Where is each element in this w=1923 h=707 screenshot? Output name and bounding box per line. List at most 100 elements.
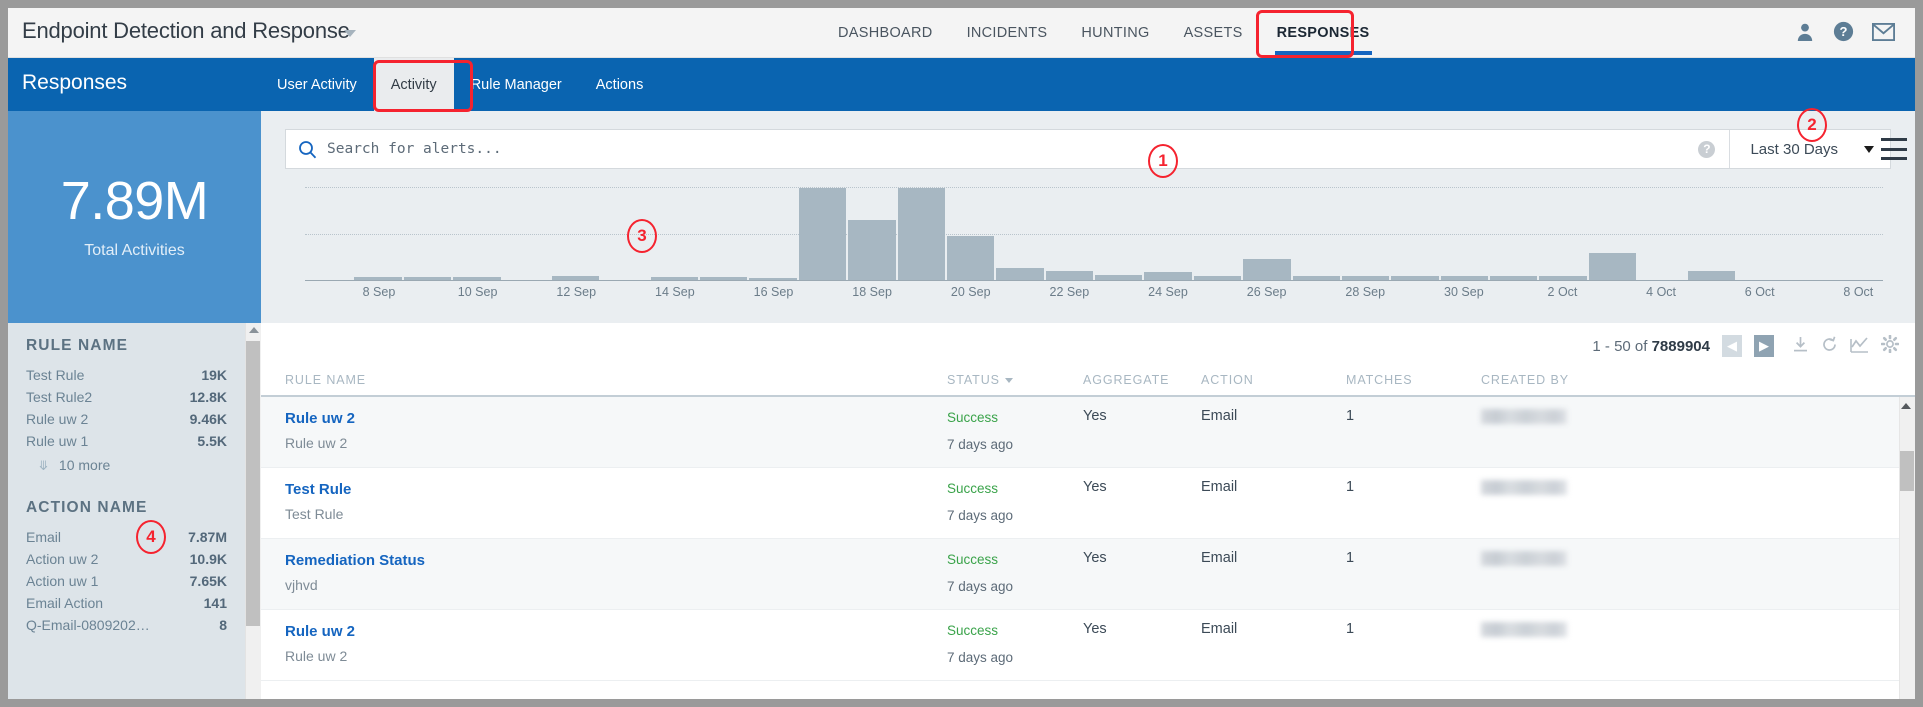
row-rule-description: Test Rule — [285, 506, 344, 522]
facet-item[interactable]: Action uw 2 10.9K — [8, 548, 245, 570]
search-bar: ? Last 30 Days — [285, 129, 1891, 169]
chart-bar[interactable] — [848, 219, 896, 280]
tab-activity[interactable]: Activity — [373, 58, 454, 111]
activity-histogram[interactable]: 8 Sep 10 Sep 12 Sep 14 Sep 16 Sep 18 Sep 20 Se… — [285, 181, 1891, 309]
facet-item[interactable]: Action uw 1 7.65K — [8, 570, 245, 592]
chart-bar[interactable] — [897, 188, 945, 280]
row-aggregate: Yes — [1083, 479, 1107, 495]
column-created-by[interactable]: CREATED BY — [1481, 373, 1569, 387]
nav-hunting[interactable]: HUNTING — [1081, 23, 1149, 43]
row-created-by — [1481, 622, 1567, 637]
row-aggregate: Yes — [1083, 621, 1107, 637]
row-matches: 1 — [1346, 621, 1355, 637]
facet-item[interactable]: Rule uw 1 5.5K — [8, 430, 245, 452]
chart-bar[interactable] — [1144, 272, 1192, 280]
chart-bar[interactable] — [798, 188, 847, 280]
row-rule-name[interactable]: Remediation Status — [285, 552, 425, 569]
facet-item[interactable]: Test Rule2 12.8K — [8, 386, 245, 408]
chart-bars — [305, 181, 1883, 280]
results-table: 1 - 50 of 7889904 ◀ ▶ RULE NAME STATUS A… — [261, 323, 1915, 699]
nav-dashboard[interactable]: DASHBOARD — [838, 23, 933, 43]
callout-3: 3 — [627, 219, 657, 253]
nav-incidents[interactable]: INCIDENTS — [967, 23, 1048, 43]
chart-bar[interactable] — [1588, 252, 1637, 280]
callout-2: 2 — [1797, 108, 1827, 142]
total-activities-kpi: 7.89M Total Activities — [8, 111, 261, 323]
row-timestamp: 7 days ago — [947, 508, 1014, 523]
search-icon — [298, 140, 317, 159]
tab-rule-manager[interactable]: Rule Manager — [454, 58, 579, 111]
kpi-label: Total Activities — [84, 242, 185, 259]
nav-responses[interactable]: RESPONSES — [1274, 23, 1372, 55]
pagination-range: 1 - 50 of — [1592, 337, 1652, 355]
trend-chart-icon[interactable] — [1850, 336, 1869, 357]
facet-count: 7.65K — [189, 573, 227, 589]
column-aggregate[interactable]: AGGREGATE — [1083, 373, 1169, 387]
table-scroll-up-arrow-icon[interactable] — [1901, 403, 1911, 409]
facet-show-more[interactable]: ⤋ 10 more — [8, 452, 245, 473]
facet-title-action-name: ACTION NAME — [26, 499, 148, 516]
row-status: Success — [947, 623, 999, 638]
chart-bar[interactable] — [996, 268, 1044, 280]
download-icon[interactable] — [1792, 336, 1809, 357]
chevron-left-icon[interactable]: ◀ — [1722, 335, 1742, 357]
table-row[interactable]: Test Rule Test Rule Success 7 days ago Yes Em… — [261, 468, 1915, 539]
facet-item[interactable]: Email Action 141 — [8, 592, 245, 614]
chevron-right-icon[interactable]: ▶ — [1754, 335, 1774, 357]
row-rule-name[interactable]: Rule uw 2 — [285, 410, 355, 427]
facet-count: 7.87M — [188, 529, 227, 545]
facet-item[interactable]: Rule uw 2 9.46K — [8, 408, 245, 430]
row-action: Email — [1201, 408, 1238, 424]
column-action[interactable]: ACTION — [1201, 373, 1254, 387]
table-row[interactable]: Rule uw 2 Rule uw 2 Success 7 days ago Yes Em… — [261, 610, 1915, 681]
table-scrollbar-track[interactable] — [1899, 397, 1915, 699]
row-rule-name[interactable]: Rule uw 2 — [285, 623, 355, 640]
row-timestamp: 7 days ago — [947, 437, 1014, 452]
hamburger-icon[interactable] — [1881, 138, 1907, 160]
table-row[interactable]: Remediation Status vjhvd Success 7 days ago… — [261, 539, 1915, 610]
left-sidebar: 7.89M Total Activities RULE NAME Test Ru… — [8, 111, 261, 699]
facet-name: Rule uw 1 — [26, 433, 89, 449]
search-input[interactable] — [327, 141, 1699, 157]
chevron-double-down-icon: ⤋ — [38, 457, 49, 473]
tab-actions[interactable]: Actions — [579, 58, 661, 111]
mail-icon[interactable] — [1872, 22, 1895, 41]
row-matches: 1 — [1346, 550, 1355, 566]
help-icon[interactable]: ? — [1833, 21, 1854, 42]
tab-user-activity[interactable]: User Activity — [260, 58, 374, 111]
chart-bar[interactable] — [1045, 271, 1093, 280]
facet-item[interactable]: Email 7.87M — [8, 526, 245, 548]
chart-tick-label: 26 Sep — [1246, 285, 1287, 299]
chart-tick-label: 14 Sep — [655, 285, 695, 299]
chart-bar[interactable] — [1243, 258, 1291, 280]
refresh-icon[interactable] — [1821, 336, 1838, 357]
product-title: Endpoint Detection and Response — [22, 18, 350, 43]
chart-tick-label: 10 Sep — [457, 285, 498, 299]
search-help-icon[interactable]: ? — [1698, 140, 1716, 158]
sidebar-scrollbar-thumb[interactable] — [246, 341, 260, 626]
row-timestamp: 7 days ago — [947, 579, 1014, 594]
chart-tick-label: 2 Oct — [1547, 285, 1578, 299]
scroll-up-arrow-icon[interactable] — [249, 327, 259, 333]
row-rule-name[interactable]: Test Rule — [285, 481, 351, 498]
facet-item[interactable]: Test Rule 19K — [8, 364, 245, 386]
chevron-down-icon[interactable] — [344, 30, 356, 37]
facet-count: 10.9K — [189, 551, 227, 567]
facet-item[interactable]: Q-Email-0809202… 8 — [8, 614, 245, 636]
chart-bar[interactable] — [946, 236, 995, 280]
table-scrollbar-thumb[interactable] — [1900, 451, 1914, 491]
nav-assets[interactable]: ASSETS — [1184, 23, 1243, 43]
row-rule-description: Rule uw 2 — [285, 648, 348, 664]
column-rule-name[interactable]: RULE NAME — [285, 373, 366, 387]
row-created-by — [1481, 480, 1567, 495]
facet-name: Action uw 1 — [26, 573, 99, 589]
table-row[interactable]: Rule uw 2 Rule uw 2 Success 7 days ago Yes Em… — [261, 397, 1915, 468]
row-created-by — [1481, 409, 1567, 424]
column-status[interactable]: STATUS — [947, 373, 1013, 387]
facet-name: Test Rule2 — [26, 389, 93, 405]
chart-bar[interactable] — [1687, 271, 1735, 280]
user-icon[interactable] — [1795, 22, 1815, 42]
column-matches[interactable]: MATCHES — [1346, 373, 1413, 387]
chart-tick-label: 16 Sep — [753, 285, 794, 299]
gear-icon[interactable] — [1880, 334, 1900, 357]
